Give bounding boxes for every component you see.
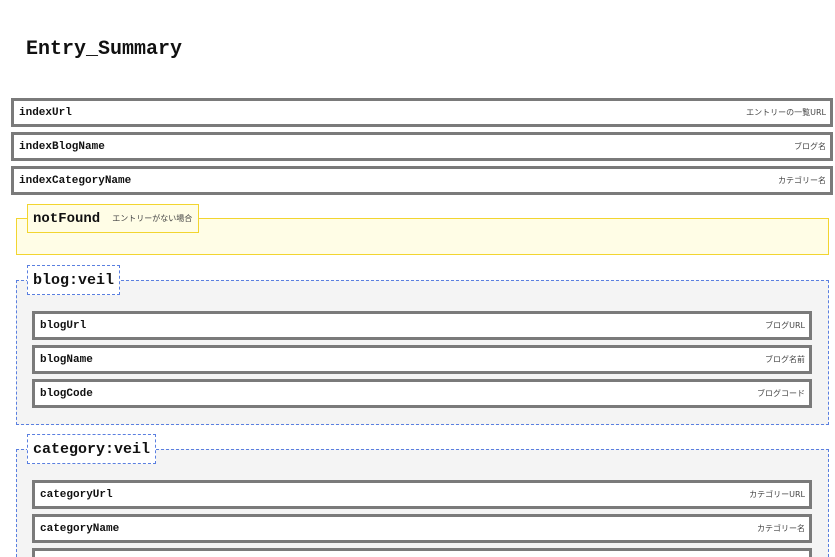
not-found-description: エントリーがない場合 [112, 214, 193, 223]
var-name: indexUrl [19, 106, 72, 119]
var-description: ブログ名 [794, 142, 826, 151]
var-name: indexBlogName [19, 140, 105, 153]
var-name: blogCode [40, 387, 93, 400]
var-description: エントリーの一覧URL [746, 108, 826, 117]
var-row-blog-url: blogUrl ブログURL [32, 311, 812, 340]
blog-veil-name: blog:veil [33, 271, 115, 289]
var-name: categoryUrl [40, 488, 113, 501]
var-name: categoryName [40, 522, 120, 535]
var-description: カテゴリー名 [757, 524, 805, 533]
var-row-category-url: categoryUrl カテゴリーURL [32, 480, 812, 509]
var-row-index-category-name: indexCategoryName カテゴリー名 [11, 166, 833, 195]
not-found-name: notFound [33, 210, 101, 227]
var-name: indexCategoryName [19, 174, 132, 187]
var-row-index-url: indexUrl エントリーの一覧URL [11, 98, 833, 127]
var-row-partial [32, 548, 812, 557]
var-description: ブログ名前 [765, 355, 805, 364]
var-name: blogUrl [40, 319, 87, 332]
category-veil-name: category:veil [33, 440, 151, 458]
var-description: カテゴリー名 [778, 176, 826, 185]
not-found-tag: notFound エントリーがない場合 [27, 204, 200, 233]
var-description: ブログURL [765, 321, 805, 330]
var-name: blogName [40, 353, 93, 366]
var-row-category-name: categoryName カテゴリー名 [32, 514, 812, 543]
var-row-index-blog-name: indexBlogName ブログ名 [11, 132, 833, 161]
var-description: カテゴリーURL [749, 490, 805, 499]
var-row-blog-code: blogCode ブログコード [32, 379, 812, 408]
var-description: ブログコード [757, 389, 805, 398]
blog-veil-tag: blog:veil [27, 265, 121, 295]
page-title: Entry_Summary [26, 38, 183, 61]
category-veil-tag: category:veil [27, 434, 157, 464]
var-row-blog-name: blogName ブログ名前 [32, 345, 812, 374]
